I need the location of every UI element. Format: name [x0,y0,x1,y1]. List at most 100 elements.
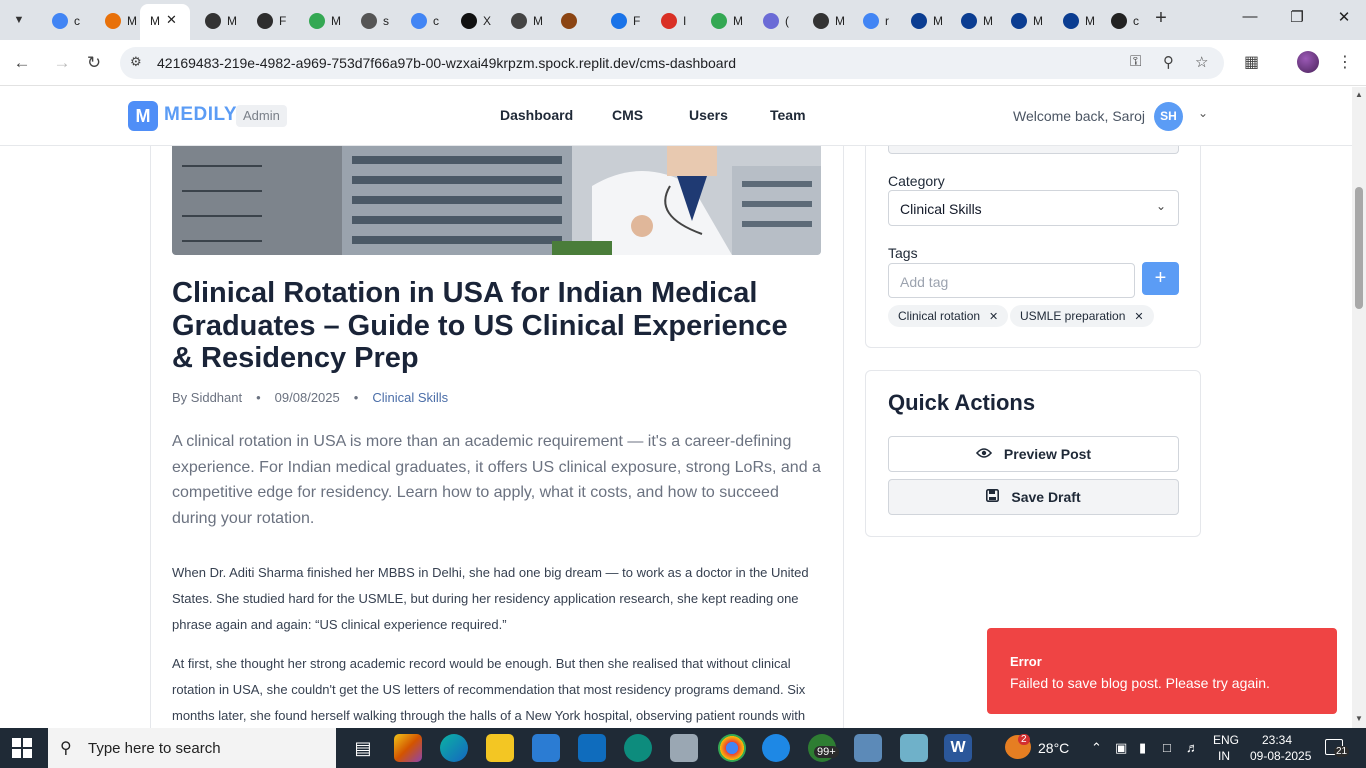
network-icon[interactable]: □ [1163,740,1171,755]
user-avatar[interactable]: SH [1154,102,1183,131]
nav-users[interactable]: Users [689,107,728,123]
minimize-icon[interactable]: — [1235,8,1265,30]
extensions-icon[interactable]: ▦ [1244,52,1259,72]
preview-post-button[interactable]: Preview Post [888,436,1179,472]
previous-field[interactable] [888,146,1179,154]
browser-tab[interactable]: M [705,8,743,34]
clock-date[interactable]: 09-08-2025 [1250,749,1311,763]
address-bar[interactable]: ⚙ 42169483-219e-4982-a969-753d7f66a97b-0… [120,47,1224,79]
browser-tab[interactable]: M [807,8,845,34]
scroll-up-arrow-icon[interactable]: ▲ [1355,90,1363,99]
browser-tab[interactable]: s [355,8,389,34]
page-scrollbar[interactable]: ▲ ▼ [1352,87,1366,728]
tags-label: Tags [888,245,918,261]
tab-search-chevron-icon[interactable]: ▼ [8,9,30,31]
remove-tag-icon[interactable]: ✕ [1134,311,1143,323]
word-icon[interactable]: W [944,734,972,762]
chrome-browser-icon[interactable] [718,734,746,762]
windows-start-icon[interactable] [12,738,32,758]
zoom-icon[interactable]: ⚲ [1163,53,1174,71]
input-region[interactable]: IN [1218,749,1230,763]
browser-tab[interactable]: M [1005,8,1043,34]
browser-tab[interactable]: M [199,8,237,34]
battery-icon[interactable]: ▮ [1139,740,1146,756]
browser-tab[interactable]: M [1057,8,1095,34]
category-label: Category [888,173,945,189]
bookmark-star-icon[interactable]: ☆ [1195,53,1208,71]
category-select[interactable]: Clinical Skills ⌄ [888,190,1179,226]
browser-tab[interactable]: F [251,8,286,34]
taskbar-search-placeholder: Type here to search [88,740,221,757]
save-draft-button[interactable]: Save Draft [888,479,1179,515]
browser-tab[interactable] [555,8,583,34]
window-close-icon[interactable]: ✕ [1329,8,1359,30]
office-app-icon[interactable] [394,734,422,762]
browser-tab[interactable]: M [303,8,341,34]
reload-icon[interactable]: ↻ [82,51,106,75]
browser-tab[interactable]: c [405,8,439,34]
browser-tab-title: M [1085,14,1095,28]
github-favicon-icon [813,13,829,29]
app-icon[interactable] [900,734,928,762]
file-explorer-icon[interactable] [486,734,514,762]
browser-tab[interactable]: ( [757,8,789,34]
task-view-icon[interactable]: ▤ [349,734,377,762]
clock-time[interactable]: 23:34 [1262,733,1292,747]
volume-icon[interactable]: ♬ [1186,740,1199,755]
close-tab-icon[interactable]: ✕ [166,12,177,28]
browser-tab[interactable]: M [99,8,137,34]
browser-tab[interactable]: M [955,8,993,34]
scrollbar-thumb[interactable] [1355,187,1363,309]
browser-tab[interactable]: c [1105,8,1139,34]
browser-tab[interactable]: c [46,8,80,34]
browser-tab[interactable]: X [455,8,491,34]
browser-tab[interactable]: F [605,8,640,34]
store-icon[interactable] [532,734,560,762]
site-info-icon[interactable]: ⚙ [130,54,142,70]
browser-tab[interactable]: r [857,8,889,34]
browser-tab-title: M [1033,14,1043,28]
error-toast[interactable]: Error Failed to save blog post. Please t… [987,628,1337,714]
nav-team[interactable]: Team [770,107,806,123]
user-menu-chevron-icon[interactable]: ⌄ [1198,106,1208,120]
edge-browser-icon[interactable] [440,734,468,762]
nav-cms[interactable]: CMS [612,107,643,123]
tag-chip-label: USMLE preparation [1020,309,1126,323]
profile-avatar[interactable] [1297,51,1319,73]
outlook-icon[interactable] [578,734,606,762]
logo-mark[interactable]: M [128,101,158,131]
browser-tab-title: F [279,14,287,28]
tag-input-placeholder: Add tag [900,274,949,290]
app-icon[interactable] [670,734,698,762]
app-icon[interactable] [762,734,790,762]
meet-now-icon[interactable]: ▣ [1115,740,1127,756]
password-key-icon[interactable]: ⚿ [1130,53,1141,70]
new-tab-plus-icon[interactable]: + [1150,8,1172,30]
browser-menu-icon[interactable]: ⋮ [1337,52,1353,72]
forward-arrow-icon[interactable]: → [50,51,74,75]
browser-tab-title: r [885,14,889,28]
back-arrow-icon[interactable]: ← [10,51,34,75]
remove-tag-icon[interactable]: ✕ [989,311,998,323]
restore-icon[interactable]: ❐ [1282,8,1312,30]
browser-tab[interactable]: M [905,8,943,34]
post-excerpt: A clinical rotation in USA is more than … [172,433,821,527]
browser-tab-title: M [933,14,943,28]
tag-input[interactable]: Add tag [888,263,1135,298]
browser-tab[interactable]: I [655,8,686,34]
hero-image [172,146,821,255]
input-language[interactable]: ENG [1213,733,1239,747]
active-tab[interactable]: M ✕ [140,4,190,40]
show-hidden-icons-chevron-icon[interactable]: ⌃ [1091,740,1102,756]
add-tag-button[interactable]: + [1142,262,1179,295]
temperature[interactable]: 28°C [1038,740,1069,756]
app-icon[interactable] [854,734,882,762]
scroll-down-arrow-icon[interactable]: ▼ [1355,714,1363,723]
taskbar-search-box[interactable]: ⚲ Type here to search [48,728,336,768]
category-select-value: Clinical Skills [900,201,982,217]
browser-tab[interactable]: M [505,8,543,34]
nav-dashboard[interactable]: Dashboard [500,107,573,123]
app-icon[interactable] [624,734,652,762]
brand-name[interactable]: MEDILY [164,104,237,126]
tab-favicon-icon [361,13,377,29]
